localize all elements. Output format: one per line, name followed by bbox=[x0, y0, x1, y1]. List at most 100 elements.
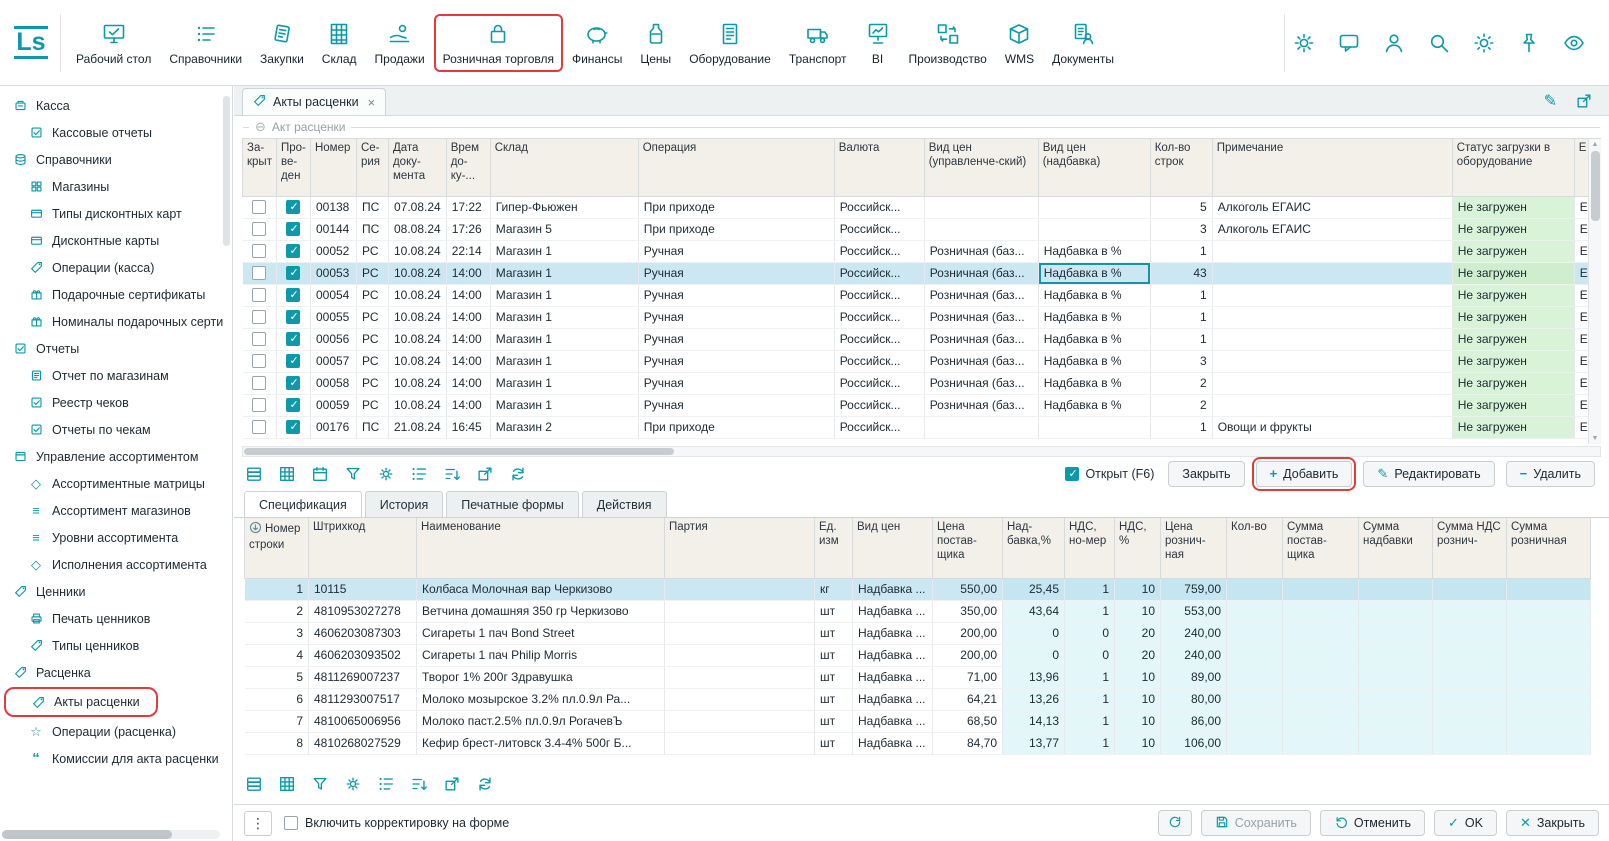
cell-price_kind[interactable]: Надбавка ... bbox=[853, 710, 933, 732]
cell-unit[interactable]: шт bbox=[815, 732, 853, 754]
cell-sklad[interactable]: Магазин 5 bbox=[490, 218, 638, 240]
column-header-sklad[interactable]: Склад bbox=[490, 139, 638, 196]
act-row[interactable]: 00058РС10.08.2414:00Магазин 1РучнаяРосси… bbox=[243, 372, 1595, 394]
cell-currency[interactable]: Российск... bbox=[834, 372, 924, 394]
act-row[interactable]: 00059РС10.08.2414:00Магазин 1РучнаяРосси… bbox=[243, 394, 1595, 416]
cancel-button[interactable]: Отменить bbox=[1320, 810, 1425, 836]
cell-markup_pct[interactable]: 0 bbox=[1003, 622, 1065, 644]
cell-unit[interactable]: кг bbox=[815, 578, 853, 600]
column-header-batch[interactable]: Партия bbox=[665, 518, 815, 578]
filter-icon[interactable] bbox=[310, 774, 330, 794]
cell-price_kind[interactable]: Надбавка ... bbox=[853, 644, 933, 666]
posted-checkbox[interactable] bbox=[286, 398, 300, 412]
cell-row_count[interactable]: 1 bbox=[1150, 306, 1212, 328]
cell-operation[interactable]: Ручная bbox=[638, 306, 834, 328]
correction-checkbox[interactable]: Включить корректировку на форме bbox=[284, 816, 509, 830]
cell-status[interactable]: Не загружен bbox=[1452, 328, 1574, 350]
cell-supplier_sum[interactable] bbox=[1283, 578, 1359, 600]
cell-vat_retail_sum[interactable] bbox=[1433, 666, 1507, 688]
cell-currency[interactable]: Российск... bbox=[834, 394, 924, 416]
column-header-operation[interactable]: Операция bbox=[638, 139, 834, 196]
module-production[interactable]: Производство bbox=[900, 14, 996, 72]
cell-operation[interactable]: При приходе bbox=[638, 196, 834, 218]
cell-status[interactable]: Не загружен bbox=[1452, 394, 1574, 416]
cell-row_count[interactable]: 1 bbox=[1150, 240, 1212, 262]
cell-sklad[interactable]: Магазин 1 bbox=[490, 262, 638, 284]
cell-row_count[interactable]: 1 bbox=[1150, 416, 1212, 438]
cell-note[interactable] bbox=[1212, 328, 1452, 350]
module-bi[interactable]: BI bbox=[856, 14, 900, 72]
sidebar-item-номиналы-подарочных-серти[interactable]: Номиналы подарочных серти bbox=[0, 308, 232, 335]
cell-unit[interactable]: шт bbox=[815, 688, 853, 710]
closed-checkbox[interactable] bbox=[252, 354, 266, 368]
cell-date[interactable]: 10.08.24 bbox=[388, 284, 446, 306]
cell-markup_sum[interactable] bbox=[1359, 732, 1433, 754]
cell-note[interactable] bbox=[1212, 240, 1452, 262]
cell-price_kind_markup[interactable] bbox=[1038, 196, 1150, 218]
open-f6-checkbox[interactable]: Открыт (F6) bbox=[1065, 467, 1154, 481]
cell-markup_sum[interactable] bbox=[1359, 600, 1433, 622]
cell-date[interactable]: 10.08.24 bbox=[388, 328, 446, 350]
column-header-closed[interactable]: За-крыт bbox=[243, 139, 277, 196]
sort-order-icon[interactable] bbox=[249, 521, 262, 539]
cell-operation[interactable]: При приходе bbox=[638, 416, 834, 438]
module-retail[interactable]: Розничная торговля bbox=[434, 14, 563, 72]
cell-barcode[interactable]: 10115 bbox=[309, 578, 417, 600]
cell-supplier_sum[interactable] bbox=[1283, 666, 1359, 688]
cell-retail_price[interactable]: 86,00 bbox=[1161, 710, 1227, 732]
grid-icon[interactable] bbox=[277, 774, 297, 794]
cell-markup_sum[interactable] bbox=[1359, 710, 1433, 732]
cell-qty[interactable] bbox=[1227, 578, 1283, 600]
act-row[interactable]: 00056РС10.08.2414:00Магазин 1РучнаяРосси… bbox=[243, 328, 1595, 350]
cell-sklad[interactable]: Магазин 1 bbox=[490, 284, 638, 306]
cell-batch[interactable] bbox=[665, 688, 815, 710]
cell-qty[interactable] bbox=[1227, 600, 1283, 622]
closed-checkbox[interactable] bbox=[252, 398, 266, 412]
column-header-vat_no[interactable]: НДС, но-мер bbox=[1065, 518, 1115, 578]
column-header-number[interactable]: Номер bbox=[310, 139, 356, 196]
cell-price_kind_mgmt[interactable]: Розничная (баз... bbox=[924, 372, 1038, 394]
cell-number[interactable]: 00144 bbox=[310, 218, 356, 240]
act-row[interactable]: 00055РС10.08.2414:00Магазин 1РучнаяРосси… bbox=[243, 306, 1595, 328]
cell-number[interactable]: 00138 bbox=[310, 196, 356, 218]
closed-checkbox[interactable] bbox=[252, 310, 266, 324]
cell-qty[interactable] bbox=[1227, 710, 1283, 732]
cell-series[interactable]: РС bbox=[356, 328, 388, 350]
sort-icon[interactable] bbox=[442, 464, 462, 484]
close-button[interactable]: ✕Закрыть bbox=[1506, 810, 1599, 836]
specification-row[interactable]: 54811269007237Творог 1% 200г Здравушкашт… bbox=[245, 666, 1591, 688]
cell-price_kind_mgmt[interactable]: Розничная (баз... bbox=[924, 306, 1038, 328]
refresh-button[interactable] bbox=[1158, 810, 1192, 836]
column-header-row_count[interactable]: Кол-во строк bbox=[1150, 139, 1212, 196]
cell-supplier_sum[interactable] bbox=[1283, 710, 1359, 732]
cell-markup_pct[interactable]: 25,45 bbox=[1003, 578, 1065, 600]
cell-barcode[interactable]: 4811269007237 bbox=[309, 666, 417, 688]
specification-row[interactable]: 110115Колбаса Молочная вар ЧеркизовокгНа… bbox=[245, 578, 1591, 600]
cell-vat_retail_sum[interactable] bbox=[1433, 578, 1507, 600]
act-row[interactable]: 00052РС10.08.2422:14Магазин 1РучнаяРосси… bbox=[243, 240, 1595, 262]
cell-currency[interactable]: Российск... bbox=[834, 196, 924, 218]
sidebar-item-касса[interactable]: Касса bbox=[0, 92, 232, 119]
cell-supplier_price[interactable]: 68,50 bbox=[933, 710, 1003, 732]
cell-supplier_price[interactable]: 350,00 bbox=[933, 600, 1003, 622]
cell-operation[interactable]: При приходе bbox=[638, 218, 834, 240]
module-documents[interactable]: Документы bbox=[1043, 14, 1123, 72]
module-sales[interactable]: Продажи bbox=[366, 14, 434, 72]
cell-vat_retail_sum[interactable] bbox=[1433, 688, 1507, 710]
cell-series[interactable]: РС bbox=[356, 372, 388, 394]
filter-icon[interactable] bbox=[343, 464, 363, 484]
cell-markup_pct[interactable]: 0 bbox=[1003, 644, 1065, 666]
sidebar-vertical-scrollbar[interactable] bbox=[223, 96, 230, 246]
closed-checkbox[interactable] bbox=[252, 376, 266, 390]
refresh-grid-icon[interactable] bbox=[508, 464, 528, 484]
cell-series[interactable]: ПС bbox=[356, 196, 388, 218]
act-row[interactable]: 00176ПС21.08.2416:45Магазин 2При приходе… bbox=[243, 416, 1595, 438]
cell-retail_price[interactable]: 553,00 bbox=[1161, 600, 1227, 622]
cell-row_count[interactable]: 5 bbox=[1150, 196, 1212, 218]
cell-price_kind[interactable]: Надбавка ... bbox=[853, 666, 933, 688]
column-header-series[interactable]: Се-рия bbox=[356, 139, 388, 196]
cell-qty[interactable] bbox=[1227, 732, 1283, 754]
cell-vat_no[interactable]: 1 bbox=[1065, 666, 1115, 688]
cell-markup_sum[interactable] bbox=[1359, 578, 1433, 600]
module-equipment[interactable]: Оборудование bbox=[680, 14, 780, 72]
